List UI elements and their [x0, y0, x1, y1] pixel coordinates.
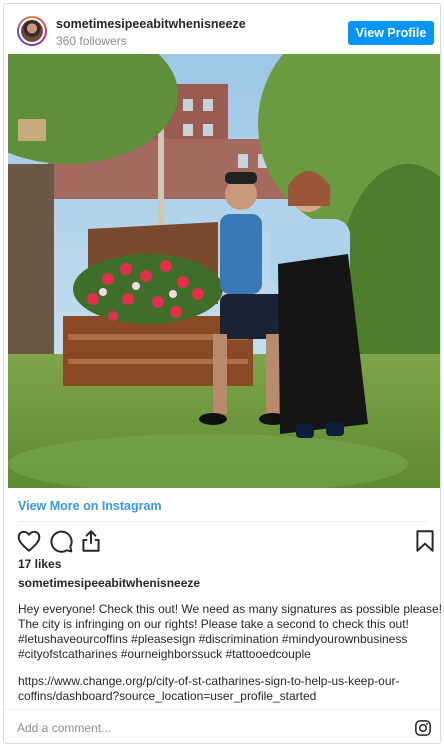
caption-url-line: coffins/dashboard?source_location=user_p… — [18, 689, 317, 703]
caption-hashtags[interactable]: #cityofstcatharines #ourneighborssuck #t… — [18, 647, 438, 662]
follower-count: 360 followers — [56, 34, 127, 48]
caption-hashtags[interactable]: #letushaveourcoffins #pleasesign #discri… — [18, 632, 438, 647]
avatar[interactable] — [17, 16, 47, 46]
like-count[interactable]: 17 likes — [18, 557, 61, 571]
bookmark-icon[interactable] — [412, 528, 438, 554]
post-photo[interactable] — [8, 54, 440, 488]
caption-line: The city is infringing on our rights! Pl… — [18, 617, 409, 631]
instagram-logo-icon[interactable] — [414, 719, 432, 737]
divider — [18, 521, 428, 522]
caption-url: https://www.change.org/p/city-of-st-cath… — [18, 674, 438, 704]
caption-line: Hey everyone! Check this out! We need as… — [18, 602, 443, 616]
share-icon[interactable] — [78, 528, 104, 554]
heart-icon[interactable] — [16, 528, 42, 554]
view-profile-button[interactable]: View Profile — [348, 21, 434, 45]
post-header: sometimesipeeabitwhenisneeze 360 followe… — [4, 4, 440, 58]
profile-username[interactable]: sometimesipeeabitwhenisneeze — [56, 17, 246, 31]
comment-bar — [4, 709, 440, 744]
post-caption: Hey everyone! Check this out! We need as… — [18, 602, 443, 662]
caption-username[interactable]: sometimesipeeabitwhenisneeze — [18, 576, 200, 590]
view-more-link[interactable]: View More on Instagram — [18, 499, 162, 513]
caption-url-line: https://www.change.org/p/city-of-st-cath… — [18, 674, 400, 688]
comment-input[interactable] — [17, 719, 377, 737]
post-photo-image — [8, 54, 440, 488]
avatar-image — [19, 18, 45, 44]
comment-icon[interactable] — [48, 528, 74, 554]
action-bar — [16, 528, 436, 554]
instagram-embed-card: sometimesipeeabitwhenisneeze 360 followe… — [3, 3, 443, 744]
